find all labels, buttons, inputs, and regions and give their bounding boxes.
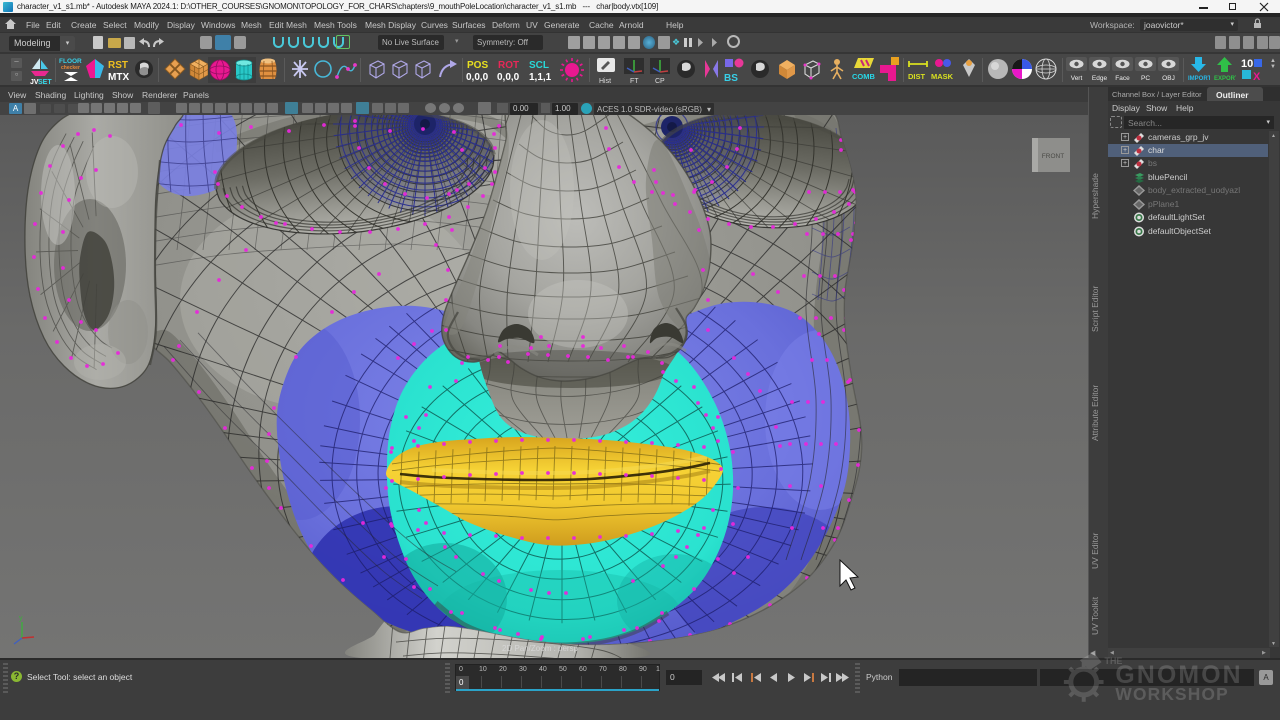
svg-text:FLOOR: FLOOR (59, 58, 82, 65)
svg-text:FT: FT (630, 78, 639, 85)
svg-text:2D Pan/Zoom : persp: 2D Pan/Zoom : persp (502, 644, 579, 653)
svg-text:Vert: Vert (1071, 75, 1083, 82)
svg-text:OBJ: OBJ (1162, 75, 1175, 82)
svg-text:Face: Face (1115, 75, 1130, 82)
svg-text:PC: PC (1141, 75, 1150, 82)
svg-text:Hist: Hist (599, 78, 611, 85)
svg-text:y: y (19, 615, 23, 622)
svg-text:SCL: SCL (529, 60, 549, 71)
svg-text:RST: RST (108, 60, 128, 71)
svg-text:COMB: COMB (852, 72, 875, 81)
svg-text:MASK: MASK (931, 72, 954, 81)
svg-text:0,0,0: 0,0,0 (497, 72, 520, 83)
svg-text:0,0,0: 0,0,0 (466, 72, 489, 83)
svg-text:10: 10 (1241, 58, 1253, 70)
svg-text:BS: BS (724, 73, 738, 84)
svg-text:POS: POS (467, 60, 488, 71)
svg-text:Edge: Edge (1092, 75, 1108, 82)
svg-text:FRONT: FRONT (1042, 153, 1064, 160)
svg-text:CP: CP (655, 78, 665, 85)
svg-text:WORKSHOP: WORKSHOP (1115, 684, 1229, 704)
svg-text:1,1,1: 1,1,1 (529, 72, 552, 83)
svg-text:SET: SET (38, 79, 52, 86)
svg-text:checker: checker (61, 65, 80, 71)
svg-text:DIST: DIST (908, 72, 926, 81)
svg-text:IMPORT: IMPORT (1188, 76, 1210, 82)
svg-text:ROT: ROT (498, 60, 519, 71)
svg-text:X: X (1253, 71, 1261, 83)
svg-text:EXPORT: EXPORT (1214, 76, 1236, 82)
svg-text:MTX: MTX (108, 72, 129, 83)
